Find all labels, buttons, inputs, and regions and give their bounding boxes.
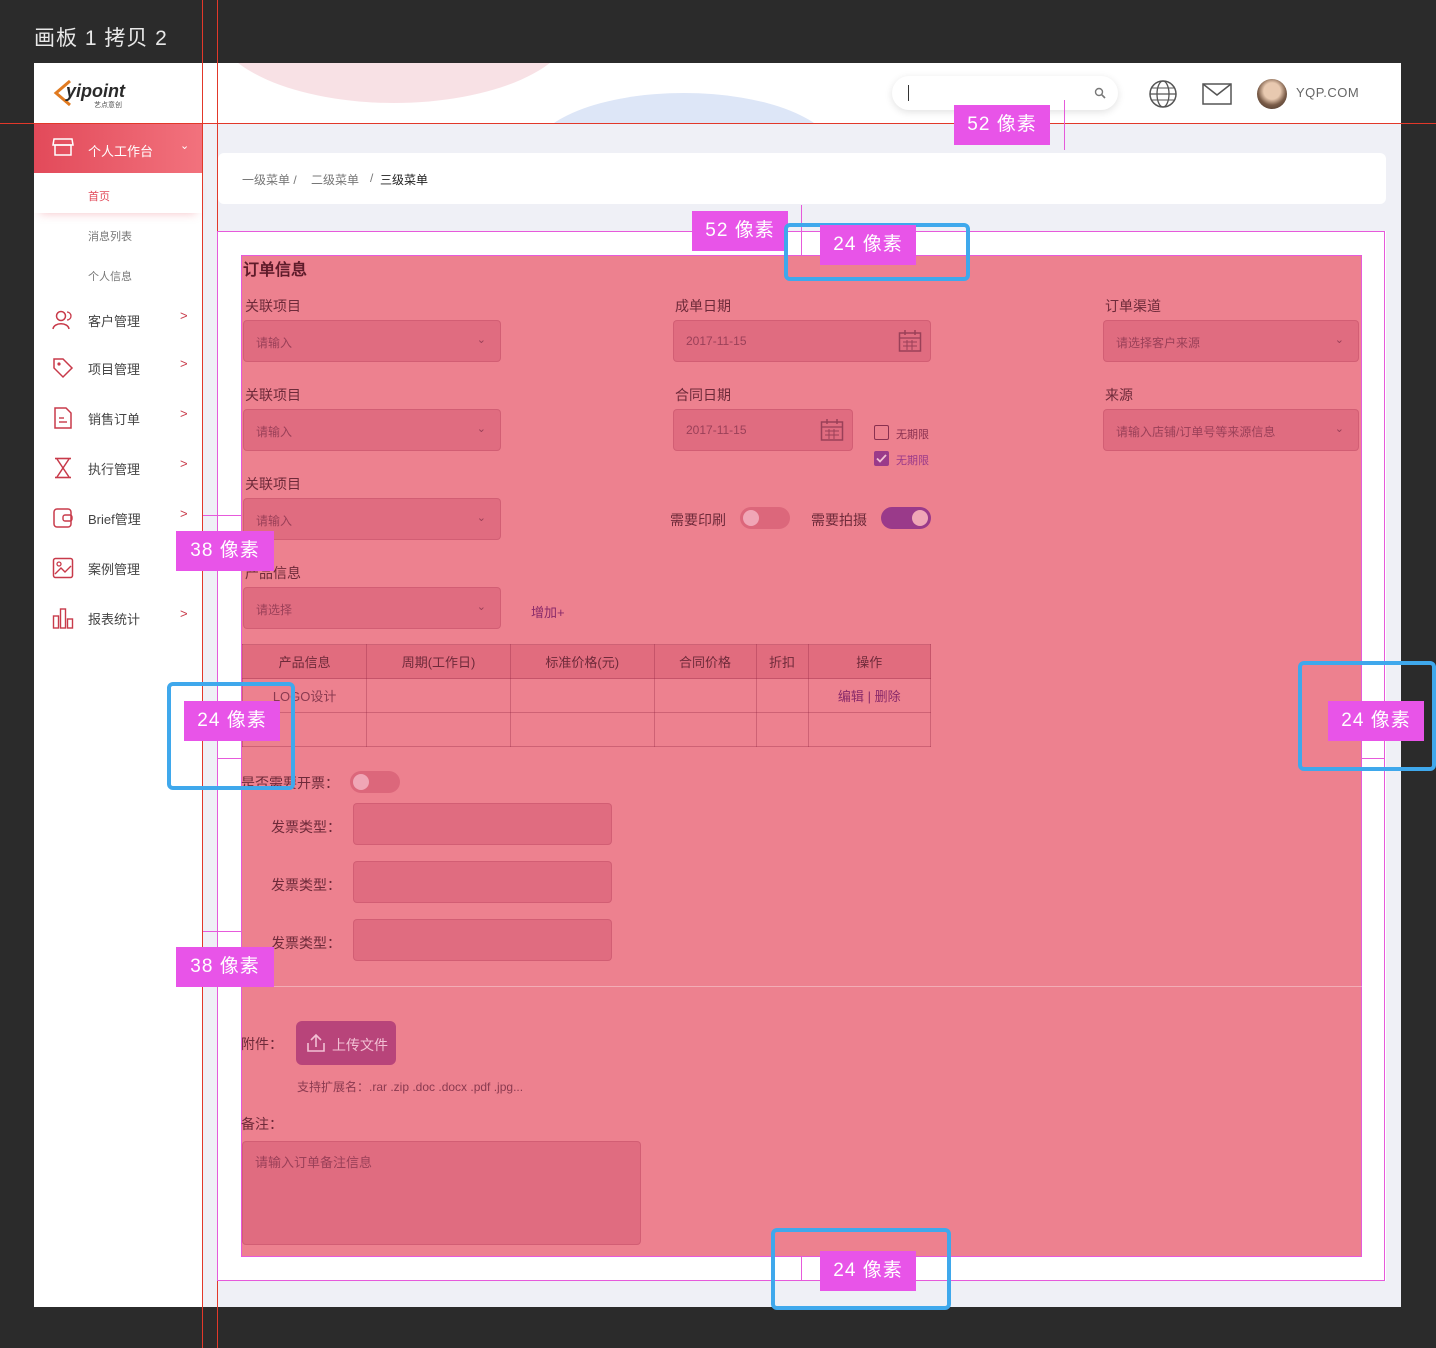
text-caret <box>908 85 909 101</box>
measure-tag: 52 像素 <box>954 105 1050 145</box>
breadcrumb-separator: / <box>370 171 374 185</box>
sidebar-item-label: 案例管理 <box>88 562 141 577</box>
sidebar-item-reports[interactable]: 报表统计 > <box>34 597 202 637</box>
wallet-icon <box>53 508 73 528</box>
sidebar-item-label: 客户管理 <box>88 314 141 329</box>
dimension-line <box>203 515 241 516</box>
logo-subtext: 艺点意创 <box>94 102 122 109</box>
chevron-right-icon: > <box>180 606 188 621</box>
mail-icon[interactable] <box>1202 83 1232 105</box>
sidebar-item-workbench[interactable]: 个人工作台 ⌄ <box>34 123 202 173</box>
image-icon <box>52 557 74 579</box>
breadcrumb-level1[interactable]: 一级菜单 / <box>242 171 297 188</box>
chevron-right-icon: > <box>180 308 188 323</box>
sidebar-item-sales-orders[interactable]: 销售订单 > <box>34 397 202 437</box>
measure-tag: 52 像素 <box>692 211 788 251</box>
sidebar-subitem-home[interactable]: 首页 <box>34 173 202 213</box>
guide-line <box>202 0 203 1348</box>
user-name[interactable]: YQP.COM <box>1296 85 1359 100</box>
document-icon <box>54 407 72 429</box>
decor-blob <box>214 63 574 103</box>
sidebar-item-projects[interactable]: 项目管理 > <box>34 347 202 387</box>
measure-tag: 24 像素 <box>1328 701 1424 741</box>
sidebar-item-label: 个人工作台 <box>88 144 154 159</box>
sidebar-item-execution[interactable]: 执行管理 > <box>34 447 202 487</box>
breadcrumb-level2[interactable]: 二级菜单 <box>311 171 359 188</box>
sidebar-subitem-messages[interactable]: 消息列表 <box>88 228 132 244</box>
guide-line <box>0 123 1436 124</box>
sidebar-item-label: Brief管理 <box>88 512 141 527</box>
chevron-down-icon: ⌄ <box>180 140 190 152</box>
logo-area: yipoint 艺点意创 <box>34 63 202 123</box>
breadcrumb: 一级菜单 / 二级菜单 / 三级菜单 <box>218 153 1386 204</box>
users-icon <box>52 310 72 330</box>
measure-tag: 24 像素 <box>184 701 280 741</box>
chevron-right-icon: > <box>180 406 188 421</box>
top-header: YQP.COM <box>34 63 1401 123</box>
measure-tag: 24 像素 <box>820 1251 916 1291</box>
artboard-title: 画板 1 拷贝 2 <box>34 27 168 50</box>
sidebar-item-customers[interactable]: 客户管理 > <box>34 299 202 339</box>
store-icon <box>52 138 74 156</box>
measure-frame <box>217 231 1385 1281</box>
chevron-right-icon: > <box>180 356 188 371</box>
sidebar-item-label: 执行管理 <box>88 462 141 477</box>
sidebar-item-label: 报表统计 <box>88 612 141 627</box>
dimension-line <box>203 931 241 932</box>
avatar[interactable] <box>1257 79 1287 109</box>
sidebar-item-label: 销售订单 <box>88 412 141 427</box>
sidebar-subitem-profile[interactable]: 个人信息 <box>88 268 132 284</box>
globe-icon[interactable] <box>1148 79 1178 109</box>
chevron-right-icon: > <box>180 456 188 471</box>
measure-tag: 38 像素 <box>176 947 274 987</box>
hourglass-icon <box>55 457 71 479</box>
sidebar-item-label: 项目管理 <box>88 362 141 377</box>
logo-text: yipoint <box>66 81 125 101</box>
tag-icon <box>53 358 74 379</box>
decor-blob <box>534 93 834 123</box>
sidebar-subitem-label: 首页 <box>88 191 110 203</box>
bar-chart-icon <box>52 608 74 629</box>
dimension-line <box>1064 100 1065 150</box>
chevron-right-icon: > <box>180 506 188 521</box>
measure-tag: 38 像素 <box>176 531 274 571</box>
breadcrumb-level3: 三级菜单 <box>380 173 429 187</box>
search-icon[interactable] <box>1094 87 1106 99</box>
measure-tag: 24 像素 <box>820 225 916 265</box>
